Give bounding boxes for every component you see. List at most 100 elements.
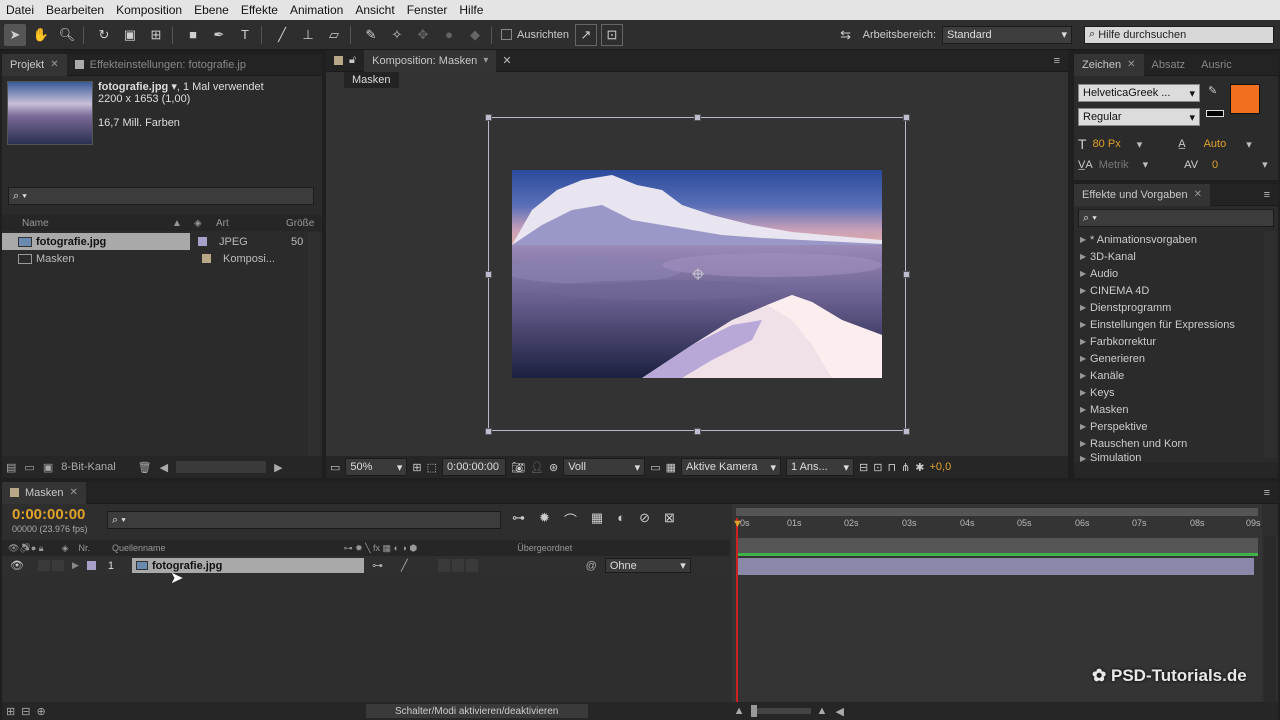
panel-menu-icon[interactable]: ≡: [1264, 487, 1270, 499]
transform-handle[interactable]: [694, 428, 701, 435]
layer-search-input[interactable]: ⌕ ▾: [107, 511, 501, 529]
tab-effekteinstellungen[interactable]: Effekteinstellungen: fotografie.jp: [67, 54, 254, 76]
effect-category[interactable]: ▶ * Animationsvorgaben: [1074, 231, 1262, 248]
playhead-icon[interactable]: ▼: [732, 518, 743, 530]
solo-switch[interactable]: [51, 560, 64, 571]
eyedropper-icon[interactable]: ✎: [1208, 84, 1217, 97]
interpret-footage-icon[interactable]: ▤: [6, 461, 16, 474]
panel-menu-icon[interactable]: ≡: [1264, 189, 1270, 201]
menu-ebene[interactable]: Ebene: [188, 3, 235, 17]
layer-row[interactable]: 👁︎ ▶ 1 fotografie.jpg ⊶ ╱ @ Ohne ▾: [2, 557, 730, 574]
snap-icon[interactable]: ↗: [574, 23, 597, 46]
expand-layer-icon[interactable]: ▶: [72, 560, 79, 571]
scroll-left-icon[interactable]: ◀: [160, 461, 168, 474]
column-type[interactable]: Art: [216, 218, 286, 229]
snap-grid-icon[interactable]: ⊡: [600, 23, 623, 46]
effect-category[interactable]: ▶ Rauschen und Korn: [1074, 435, 1262, 452]
brush-tool-icon[interactable]: ╱: [271, 24, 293, 46]
column-name[interactable]: Name: [22, 218, 172, 229]
rectangle-tool-icon[interactable]: ■: [182, 24, 204, 46]
clone-stamp-tool-icon[interactable]: ⊥: [297, 24, 319, 46]
help-search-input[interactable]: ⌕ Hilfe durchsuchen: [1084, 25, 1274, 44]
font-family-select[interactable]: HelveticaGreek ... ▾: [1078, 84, 1200, 102]
roto-brush-tool-icon[interactable]: ✎: [360, 24, 382, 46]
effect-category[interactable]: ▶ Audio: [1074, 265, 1262, 282]
project-item-masken[interactable]: Masken Komposi...: [2, 250, 307, 267]
zoom-slider[interactable]: [750, 705, 811, 717]
effect-switch[interactable]: [437, 559, 450, 572]
draft-3d-icon[interactable]: ✹: [539, 510, 550, 529]
frame-blend-switch[interactable]: [451, 559, 464, 572]
tracking-value[interactable]: 0: [1212, 159, 1218, 171]
menu-effekte[interactable]: Effekte: [235, 3, 284, 17]
effect-category[interactable]: ▶ Masken: [1074, 401, 1262, 418]
tab-timeline-masken[interactable]: Masken ✕: [2, 481, 86, 504]
work-area-bar[interactable]: [736, 508, 1258, 516]
effect-category[interactable]: ▶ CINEMA 4D: [1074, 282, 1262, 299]
tab-zeichen[interactable]: Zeichen ✕: [1074, 53, 1144, 76]
new-comp-icon[interactable]: ▣: [43, 461, 53, 474]
effect-category[interactable]: ▶ Farbkorrektur: [1074, 333, 1262, 350]
always-preview-icon[interactable]: ▭: [330, 461, 340, 474]
timeline-icon[interactable]: ⊓: [887, 461, 896, 474]
label-swatch[interactable]: [86, 561, 96, 570]
label-swatch[interactable]: [198, 237, 207, 246]
menu-fenster[interactable]: Fenster: [401, 3, 454, 17]
parent-select[interactable]: Ohne ▾: [604, 558, 691, 573]
show-snapshot-icon[interactable]: 👤︎: [530, 461, 544, 474]
trash-icon[interactable]: 🗑︎: [138, 461, 152, 474]
zoom-select[interactable]: 50% ▾: [345, 458, 408, 476]
composition-viewer-image[interactable]: [512, 170, 882, 378]
effect-category[interactable]: ▶ Generieren: [1074, 350, 1262, 367]
exposure-value[interactable]: +0,0: [929, 461, 951, 473]
workspace-select[interactable]: Standard ▾: [942, 25, 1072, 44]
zoom-out-icon[interactable]: ▲: [734, 705, 745, 717]
effect-category[interactable]: ▶ 3D-Kanal: [1074, 248, 1262, 265]
views-select[interactable]: 1 Ans... ▾: [786, 458, 854, 476]
comp-panel-menu[interactable]: 🔓︎: [326, 50, 364, 72]
project-scrollbar[interactable]: [308, 232, 320, 458]
effect-category[interactable]: ▶ Einstellungen für Expressions: [1074, 316, 1262, 333]
transform-handle[interactable]: [485, 271, 492, 278]
column-source-name[interactable]: Quellenname: [112, 543, 166, 553]
column-size[interactable]: Größe: [286, 218, 314, 229]
visibility-eye-icon[interactable]: 👁︎: [10, 559, 24, 572]
menu-bearbeiten[interactable]: Bearbeiten: [40, 3, 110, 17]
effect-category[interactable]: ▶ Dienstprogramm: [1074, 299, 1262, 316]
snapshot-icon[interactable]: 📷︎: [511, 461, 525, 474]
horizontal-scrollbar[interactable]: [176, 461, 267, 473]
fill-color-swatch[interactable]: [1230, 84, 1260, 114]
tab-absatz[interactable]: Absatz: [1144, 54, 1194, 76]
label-swatch[interactable]: [202, 254, 211, 263]
hand-tool-icon[interactable]: ✋: [30, 24, 52, 46]
timeline-timecode[interactable]: 0:00:00:00: [12, 506, 85, 523]
sort-icon[interactable]: ▲: [172, 218, 194, 229]
panel-menu-icon[interactable]: ≡: [1054, 55, 1060, 67]
effect-category[interactable]: ▶ Kanäle: [1074, 367, 1262, 384]
safe-margins-icon[interactable]: ⊞: [412, 461, 421, 474]
pan-behind-tool-icon[interactable]: ⊞: [145, 24, 167, 46]
zoom-in-icon[interactable]: ▲: [817, 705, 828, 717]
menu-animation[interactable]: Animation: [284, 3, 349, 17]
menu-ansicht[interactable]: Ansicht: [349, 3, 400, 17]
eraser-tool-icon[interactable]: ▱: [323, 24, 345, 46]
camera-select[interactable]: Aktive Kamera ▾: [681, 458, 781, 476]
audio-switch[interactable]: [37, 560, 50, 571]
toggle-switches-modes-button[interactable]: Schalter/Modi aktivieren/deaktivieren: [365, 704, 588, 718]
tab-komposition[interactable]: Komposition: Masken ▾: [364, 49, 497, 72]
layer-duration-bar[interactable]: [736, 558, 1254, 575]
transform-handle[interactable]: [694, 114, 701, 121]
scroll-left-icon[interactable]: ◀: [835, 705, 843, 718]
timeline-scrollbar[interactable]: [1264, 536, 1276, 720]
tab-ausrichten[interactable]: Ausric: [1193, 54, 1240, 76]
time-ruler[interactable]: 0s 01s 02s 03s 04s 05s 06s 07s 08s 09s: [732, 518, 1262, 536]
region-of-interest-icon[interactable]: ▭: [650, 461, 660, 474]
scroll-right-icon[interactable]: ▶: [274, 461, 282, 474]
graph-editor-icon[interactable]: ⊘: [639, 510, 650, 529]
project-search-input[interactable]: ⌕ ▾: [8, 187, 314, 205]
workspace-sync-icon[interactable]: ⇆: [835, 24, 857, 46]
motion-blur-switch[interactable]: [465, 559, 478, 572]
comp-breadcrumb[interactable]: Masken: [344, 72, 399, 88]
camera-tool-icon[interactable]: ▣: [119, 24, 141, 46]
timeline-graph[interactable]: 0s 01s 02s 03s 04s 05s 06s 07s 08s 09s ▼: [732, 504, 1262, 720]
